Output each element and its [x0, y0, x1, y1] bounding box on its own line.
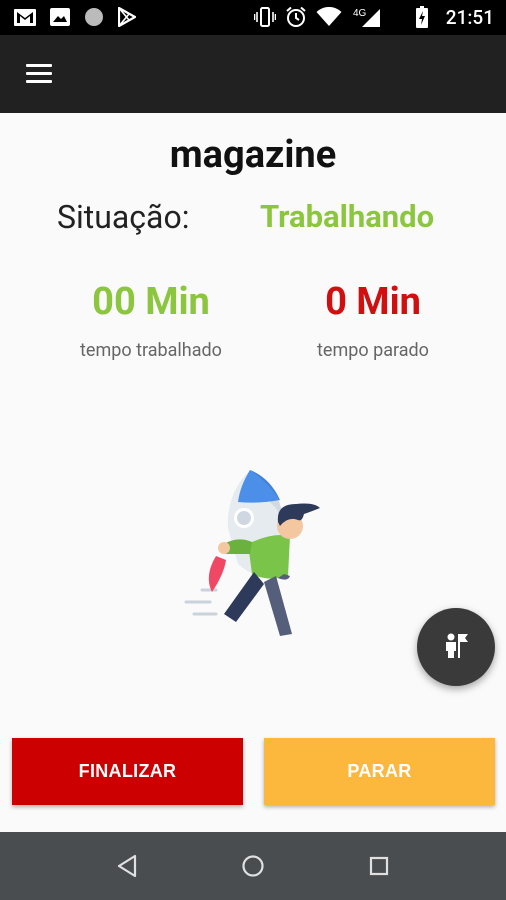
- signal-icon: 4G: [352, 7, 382, 27]
- system-nav-bar: [0, 832, 506, 900]
- status-bar: 4G 21:51: [0, 0, 506, 35]
- worked-time-caption: tempo trabalhado: [80, 340, 222, 361]
- fab-person-flag-button[interactable]: [417, 608, 495, 686]
- alarm-icon: [285, 6, 307, 27]
- svg-text:4G: 4G: [353, 8, 367, 19]
- worked-time-value: 00 Min: [92, 280, 210, 324]
- rocket-man-illustration: [180, 464, 330, 639]
- hamburger-menu-icon[interactable]: [22, 60, 58, 88]
- back-triangle-icon[interactable]: [109, 850, 145, 882]
- worked-time-stat: 00 Min tempo trabalhado: [46, 280, 256, 361]
- clock-time: 21:51: [445, 6, 494, 29]
- situation-label: Situação:: [57, 198, 190, 236]
- home-circle-icon[interactable]: [235, 850, 271, 882]
- finalizar-button[interactable]: FINALIZAR: [12, 738, 243, 805]
- image-icon: [50, 7, 70, 27]
- parar-button[interactable]: PARAR: [264, 738, 495, 805]
- gmail-icon: [14, 7, 36, 27]
- stopped-time-value: 0 Min: [325, 280, 421, 324]
- play-store-icon: [117, 7, 137, 27]
- situation-value: Trabalhando: [260, 198, 435, 235]
- vibrate-icon: [254, 7, 276, 27]
- wifi-icon: [316, 7, 342, 27]
- person-flag-icon: [443, 631, 469, 663]
- recents-square-icon[interactable]: [361, 850, 397, 882]
- battery-icon: [415, 6, 429, 28]
- page-title: magazine: [169, 133, 337, 177]
- app-toolbar: [0, 35, 506, 113]
- circle-icon: [84, 7, 104, 27]
- stopped-time-caption: tempo parado: [317, 340, 429, 361]
- stopped-time-stat: 0 Min tempo parado: [268, 280, 478, 361]
